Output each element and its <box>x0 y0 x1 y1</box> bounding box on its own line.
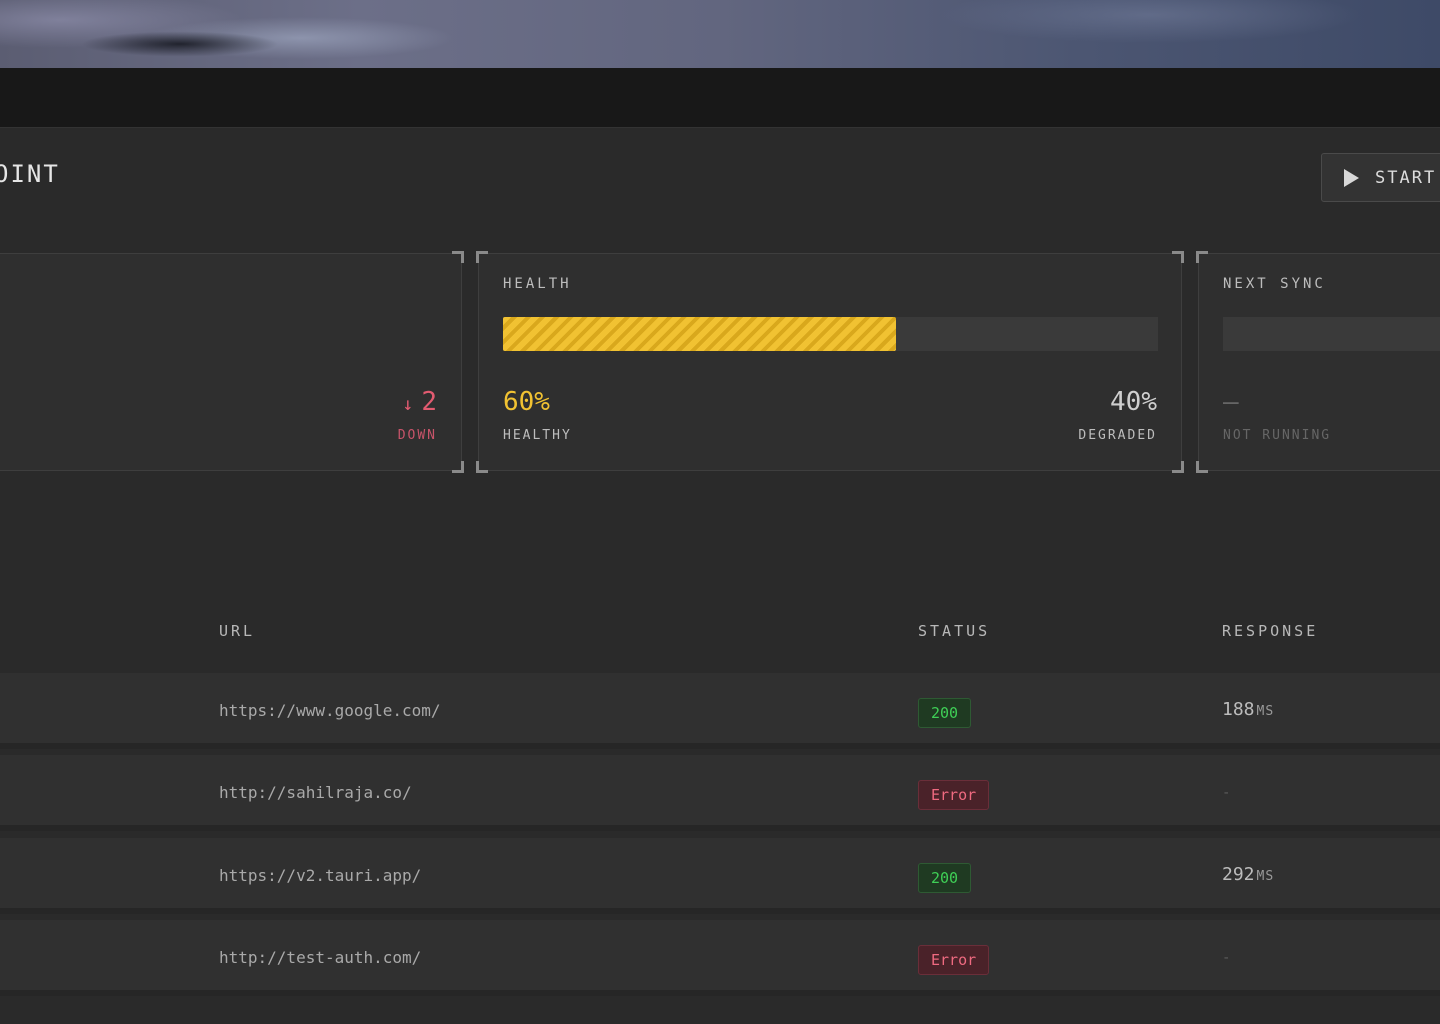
response-time: 292 MS <box>1222 864 1274 885</box>
response-time: - <box>1222 950 1232 966</box>
column-header-response[interactable]: RESPONSE <box>1222 622 1318 640</box>
table-row[interactable]: https://v2.tauri.app/ 200 292 MS <box>0 838 1440 914</box>
status-card: ↓ 2 DOWN <box>0 251 464 473</box>
card-corner <box>452 461 464 473</box>
response-value: - <box>1222 785 1231 801</box>
status-badge: 200 <box>918 863 972 893</box>
table-row[interactable]: http://test-auth.com/ Error - <box>0 920 1440 996</box>
arrow-down-icon: ↓ <box>402 394 414 415</box>
card-corner <box>476 251 488 263</box>
down-count-value: 2 <box>421 387 437 417</box>
response-unit: MS <box>1256 869 1275 884</box>
health-card: HEALTH 60% HEALTHY 40% DEGRADED <box>476 251 1184 473</box>
desktop-wallpaper <box>0 0 1440 68</box>
row-url: https://www.google.com/ <box>219 701 441 720</box>
next-sync-value: — <box>1223 387 1239 417</box>
next-sync-card: NEXT SYNC — NOT RUNNING <box>1196 251 1440 473</box>
status-badge: Error <box>918 780 990 810</box>
sync-progress-bar <box>1223 317 1440 351</box>
health-bar-fill <box>503 317 896 351</box>
next-sync-caption: NOT RUNNING <box>1223 428 1332 443</box>
down-caption: DOWN <box>397 428 437 443</box>
page-title: OINT <box>0 160 60 188</box>
degraded-percent: 40% <box>1110 387 1157 417</box>
healthy-percent: 60% <box>503 387 550 417</box>
degraded-caption: DEGRADED <box>1078 428 1157 443</box>
response-time: - <box>1222 785 1232 801</box>
table-row[interactable]: http://sahilraja.co/ Error - <box>0 755 1440 831</box>
response-value: 292 <box>1222 864 1255 885</box>
card-corner <box>1196 251 1208 263</box>
table-header: URL STATUS RESPONSE <box>0 590 1440 672</box>
table-row[interactable]: https://www.google.com/ 200 188 MS <box>0 673 1440 749</box>
healthy-caption: HEALTHY <box>503 428 572 443</box>
response-unit: MS <box>1256 704 1275 719</box>
start-button[interactable]: START <box>1321 153 1440 202</box>
card-corner <box>476 461 488 473</box>
row-url: http://sahilraja.co/ <box>219 783 412 802</box>
card-corner <box>1196 461 1208 473</box>
status-badge: 200 <box>918 698 972 728</box>
card-corner <box>1172 251 1184 263</box>
health-bar <box>503 317 1158 351</box>
start-button-label: START <box>1375 167 1437 188</box>
window-titlebar <box>0 68 1440 128</box>
response-time: 188 MS <box>1222 699 1274 720</box>
next-sync-label: NEXT SYNC <box>1223 276 1326 292</box>
down-count: ↓ 2 <box>403 387 438 417</box>
response-value: - <box>1222 950 1231 966</box>
column-header-status[interactable]: STATUS <box>918 622 990 640</box>
column-header-url[interactable]: URL <box>219 622 255 640</box>
card-corner <box>1172 461 1184 473</box>
status-badge: Error <box>918 945 990 975</box>
health-label: HEALTH <box>503 276 572 292</box>
play-icon <box>1344 168 1359 187</box>
card-corner <box>452 251 464 263</box>
response-value: 188 <box>1222 699 1255 720</box>
row-url: https://v2.tauri.app/ <box>219 866 422 885</box>
row-url: http://test-auth.com/ <box>219 948 422 967</box>
